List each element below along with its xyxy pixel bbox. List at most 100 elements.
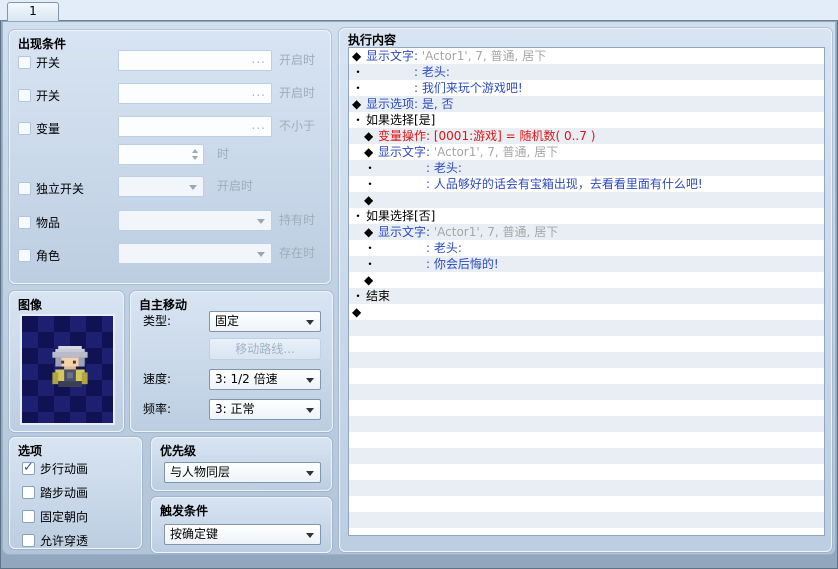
trigger-value: 按确定键 (170, 527, 219, 541)
item-checkbox[interactable]: 物品 (18, 214, 60, 231)
self-switch-checkbox[interactable]: 独立开关 (18, 180, 84, 197)
character-graphic-box[interactable] (20, 314, 115, 425)
command-list[interactable]: ◆ 显示文字: 'Actor1', 7, 普通, 居下・: 老头: ・: 我们来玩个… (348, 47, 825, 536)
actor-checkbox-box[interactable] (18, 249, 31, 262)
move-type-dropdown[interactable]: 固定 (209, 311, 321, 332)
variable-value-spinner[interactable] (118, 144, 204, 165)
empty-command-row[interactable] (349, 368, 824, 384)
command-row[interactable]: ・: 老头: (349, 240, 824, 256)
empty-command-row[interactable] (349, 384, 824, 400)
event-page-body: 出现条件 开关 ... 开启时 开关 ... 开启时 变量 ... 不小于 时 … (2, 22, 836, 555)
switch2-checkbox-box[interactable] (18, 89, 31, 102)
variable-checkbox[interactable]: 变量 (18, 120, 60, 137)
command-row[interactable]: ・: 你会后悔的! (349, 256, 824, 272)
empty-command-row[interactable] (349, 528, 824, 535)
item-checkbox-box[interactable] (18, 216, 31, 229)
actor-dropdown[interactable] (118, 243, 272, 264)
command-diamond-icon: ◆ (364, 193, 374, 207)
actor-label: 角色 (36, 249, 61, 263)
command-diamond-icon: ◆ (364, 273, 374, 287)
command-dot-icon: ・ (364, 161, 377, 175)
through-label: 允许穿透 (40, 534, 89, 548)
empty-command-row[interactable] (349, 432, 824, 448)
dropdown-arrow-icon (189, 185, 197, 190)
switch2-field[interactable]: ... (118, 83, 272, 104)
option-through[interactable]: 允许穿透 (22, 532, 88, 549)
switch1-checkbox[interactable]: 开关 (18, 54, 60, 71)
spinner-down-icon[interactable] (192, 156, 198, 160)
command-diamond-icon: ◆ (352, 305, 362, 319)
command-row[interactable]: ◆ 显示文字: 'Actor1', 7, 普通, 居下 (349, 224, 824, 240)
option-stepping-anim[interactable]: 踏步动画 (22, 484, 88, 501)
command-row[interactable]: ◆ 变量操作: [0001:游戏] = 随机数( 0..7 ) (349, 128, 824, 144)
command-text: : 老头: (426, 241, 462, 255)
empty-command-row[interactable] (349, 416, 824, 432)
variable-checkbox-box[interactable] (18, 122, 31, 135)
command-dot-icon: ・ (352, 209, 365, 223)
command-row[interactable]: ◆ (349, 192, 824, 208)
command-text: 如果选择[是] (366, 113, 436, 127)
empty-command-row[interactable] (349, 400, 824, 416)
spinner-up-icon[interactable] (192, 149, 198, 153)
move-freq-dropdown[interactable]: 3: 正常 (209, 399, 321, 420)
switch1-label: 开关 (36, 56, 61, 70)
switch1-checkbox-box[interactable] (18, 56, 31, 69)
command-row[interactable]: ・: 人品够好的话会有宝箱出现，去看看里面有什么吧! (349, 176, 824, 192)
command-text: 显示选项: 是, 否 (366, 97, 454, 111)
item-dropdown[interactable] (118, 210, 272, 231)
empty-command-row[interactable] (349, 496, 824, 512)
command-text: 显示文字: (378, 145, 434, 159)
trigger-dropdown[interactable]: 按确定键 (164, 524, 321, 545)
variable-field[interactable]: ... (118, 116, 272, 137)
switch2-checkbox[interactable]: 开关 (18, 87, 60, 104)
fixed-direction-checkbox[interactable] (22, 510, 35, 523)
option-walking-anim[interactable]: 步行动画 (22, 460, 88, 477)
command-row[interactable]: ・: 老头: (349, 160, 824, 176)
actor-checkbox[interactable]: 角色 (18, 247, 60, 264)
self-switch-dropdown[interactable] (118, 176, 204, 197)
stepping-anim-checkbox[interactable] (22, 486, 35, 499)
command-row[interactable]: ◆ (349, 272, 824, 288)
variable-browse-icon[interactable]: ... (252, 118, 266, 132)
switch1-browse-icon[interactable]: ... (252, 52, 266, 66)
command-row[interactable]: ◆ (349, 304, 824, 320)
empty-command-row[interactable] (349, 464, 824, 480)
option-fixed-direction[interactable]: 固定朝向 (22, 508, 88, 525)
empty-command-row[interactable] (349, 480, 824, 496)
command-row[interactable]: ・: 老头: (349, 64, 824, 80)
command-row[interactable]: ・结束 (349, 288, 824, 304)
panel-priority: 优先级 与人物同层 (151, 437, 332, 491)
empty-command-row[interactable] (349, 320, 824, 336)
through-checkbox[interactable] (22, 534, 35, 547)
command-row[interactable]: ◆ 显示文字: 'Actor1', 7, 普通, 居下 (349, 48, 824, 64)
command-text: 如果选择[否] (366, 209, 436, 223)
command-row[interactable]: ・如果选择[否] (349, 208, 824, 224)
empty-command-row[interactable] (349, 512, 824, 528)
empty-command-row[interactable] (349, 352, 824, 368)
command-diamond-icon: ◆ (364, 225, 374, 239)
walking-anim-checkbox[interactable] (22, 460, 35, 475)
command-text: : 老头: (414, 65, 450, 79)
item-label: 物品 (36, 216, 61, 230)
tab-page-1[interactable]: 1 (7, 2, 59, 21)
switch2-browse-icon[interactable]: ... (252, 85, 266, 99)
actor-suffix: 存在时 (279, 246, 316, 260)
self-switch-checkbox-box[interactable] (18, 182, 31, 195)
priority-dropdown[interactable]: 与人物同层 (164, 462, 321, 483)
empty-command-row[interactable] (349, 336, 824, 352)
command-diamond-icon: ◆ (364, 145, 374, 159)
options-title: 选项 (18, 444, 43, 458)
switch1-field[interactable]: ... (118, 50, 272, 71)
empty-command-row[interactable] (349, 448, 824, 464)
move-type-value: 固定 (215, 314, 240, 328)
command-row[interactable]: ◆ 显示文字: 'Actor1', 7, 普通, 居下 (349, 144, 824, 160)
command-row[interactable]: ◆ 显示选项: 是, 否 (349, 96, 824, 112)
move-freq-label: 频率: (143, 402, 172, 416)
command-row[interactable]: ・: 我们来玩个游戏吧! (349, 80, 824, 96)
dropdown-arrow-icon (306, 320, 314, 325)
move-speed-label: 速度: (143, 372, 172, 386)
command-row[interactable]: ・如果选择[是] (349, 112, 824, 128)
move-route-button[interactable]: 移动路线... (209, 338, 321, 360)
event-editor-window: 1 出现条件 开关 ... 开启时 开关 ... 开启时 变量 ... 不小于 … (0, 0, 838, 569)
move-speed-dropdown[interactable]: 3: 1/2 倍速 (209, 369, 321, 390)
